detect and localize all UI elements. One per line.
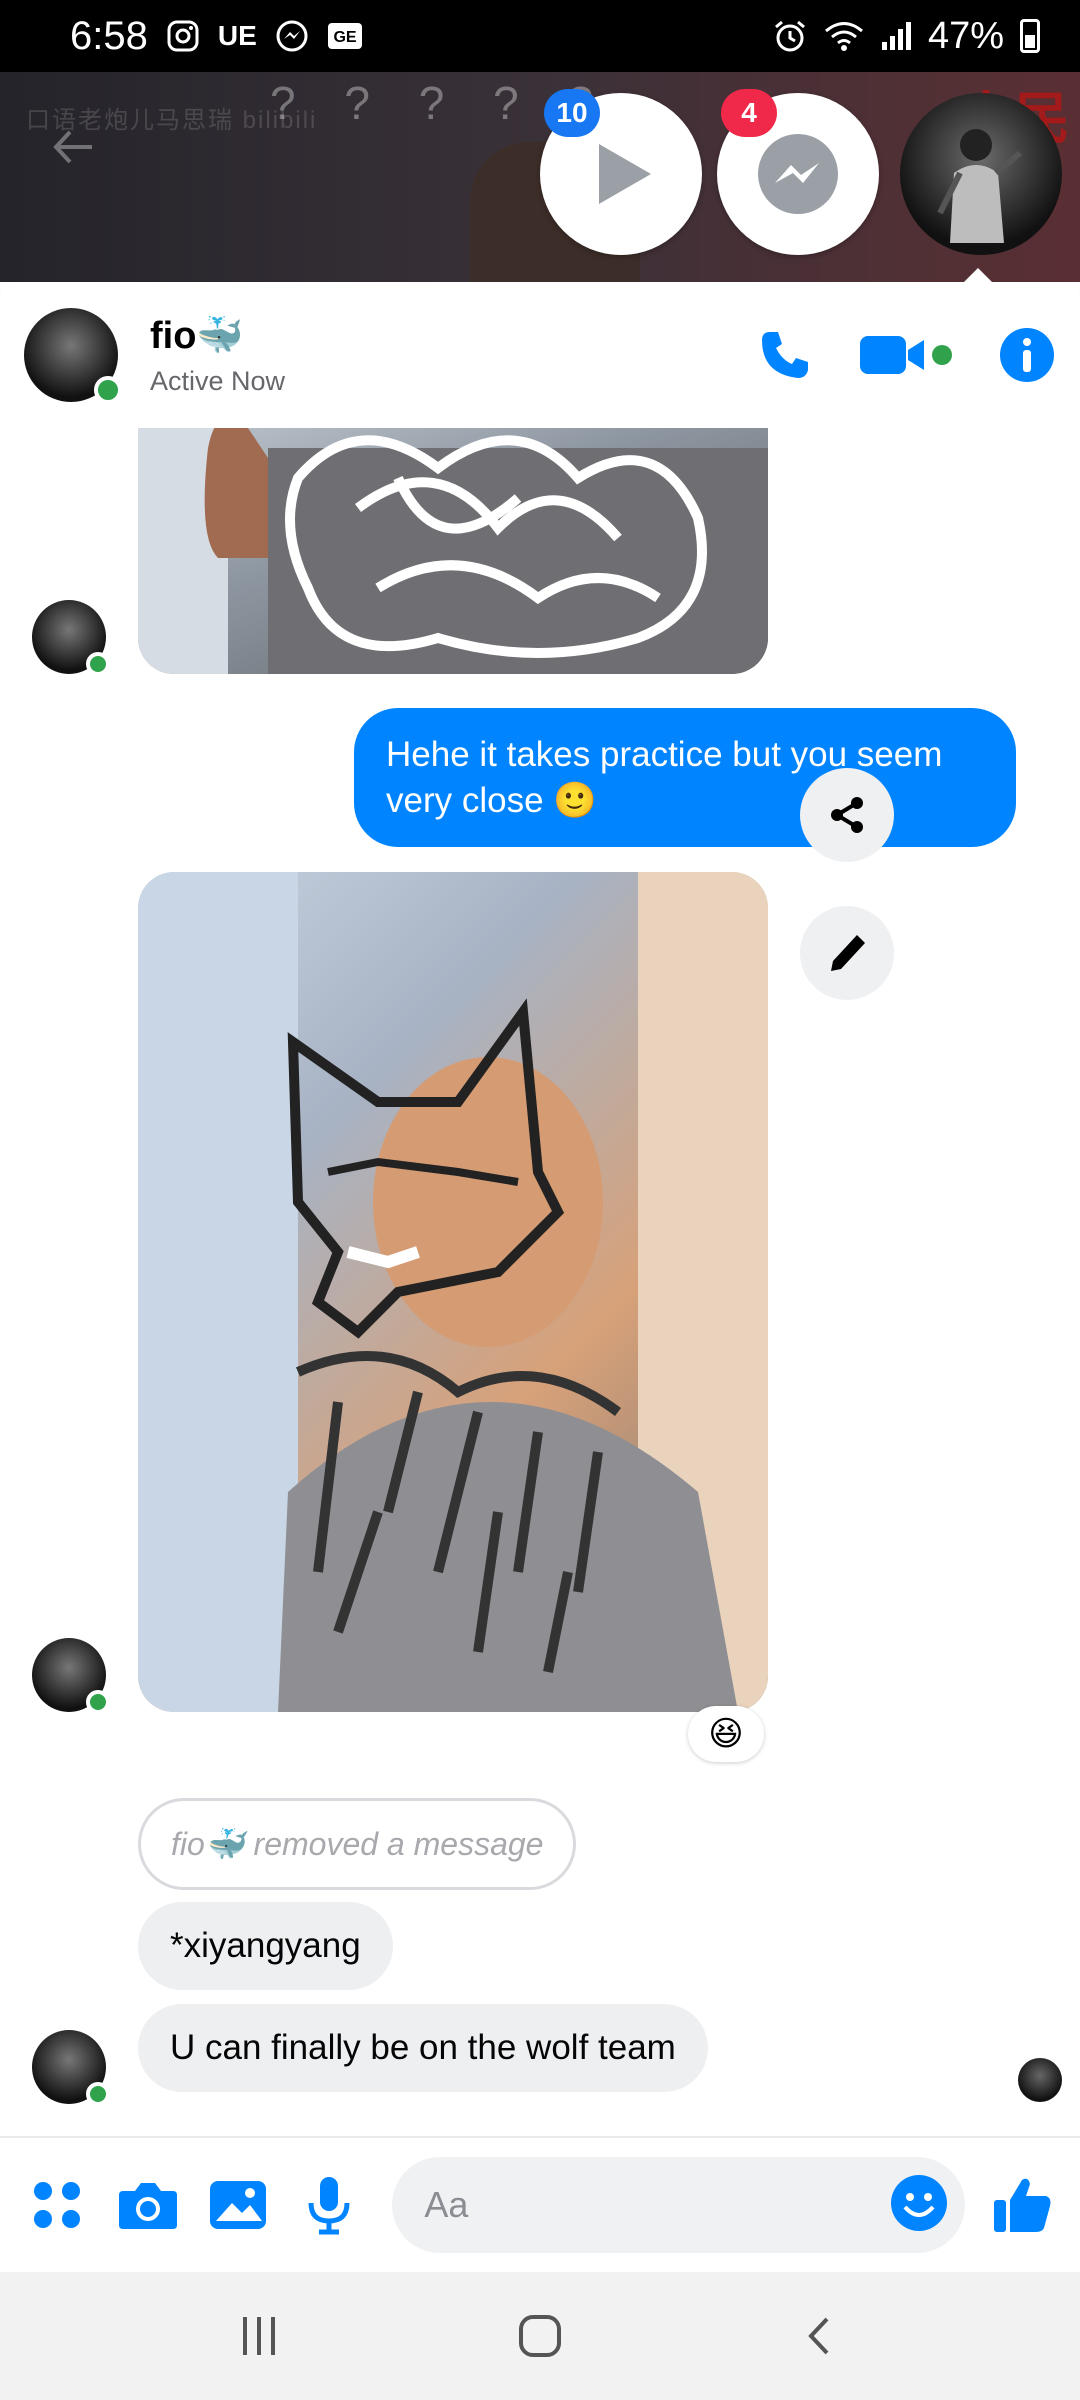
message-input[interactable] — [424, 2184, 890, 2226]
play-icon — [599, 144, 651, 204]
alarm-icon — [772, 18, 808, 54]
message-input-wrapper — [392, 2157, 966, 2253]
video-camera-icon — [860, 336, 952, 374]
status-bar: 6:58 UE GE 47% — [0, 0, 1080, 72]
battery-percent: 47% — [927, 14, 1004, 57]
messenger-icon — [275, 19, 309, 53]
avatar[interactable] — [32, 600, 110, 676]
conversation-thread: Hehe it takes practice but you seem very… — [0, 428, 1080, 2136]
image-icon — [210, 2181, 267, 2229]
back-button[interactable] — [775, 2291, 865, 2381]
microphone-icon — [308, 2177, 350, 2235]
message-composer — [0, 2136, 1080, 2272]
chat-head-badge-video: 10 — [544, 89, 600, 137]
recent-apps-button[interactable] — [215, 2291, 305, 2381]
avatar[interactable] — [24, 308, 122, 404]
online-indicator — [94, 376, 122, 404]
instagram-icon — [166, 19, 200, 53]
like-button[interactable] — [991, 2167, 1054, 2243]
signal-icon — [880, 20, 912, 52]
pencil-icon — [831, 935, 865, 971]
chat-head-messenger[interactable]: 4 — [717, 89, 879, 255]
sent-message[interactable]: Hehe it takes practice but you seem very… — [354, 708, 1016, 847]
voice-message-button[interactable] — [298, 2167, 361, 2243]
share-button[interactable] — [800, 768, 894, 862]
back-icon — [808, 2317, 829, 2355]
phone-icon — [762, 332, 808, 378]
info-button[interactable] — [998, 326, 1056, 384]
contact-name: fio🐳 — [150, 314, 244, 357]
home-button[interactable] — [495, 2291, 585, 2381]
wolf-drawing-photo-image — [138, 872, 768, 1712]
wifi-icon — [824, 20, 864, 52]
system-navigation-bar — [0, 2272, 1080, 2400]
edit-photo-button[interactable] — [800, 906, 894, 1000]
camera-button[interactable] — [117, 2167, 180, 2243]
emoji-icon — [891, 2174, 948, 2231]
messenger-logo-icon — [758, 134, 838, 214]
video-call-button[interactable] — [858, 330, 954, 380]
chat-head-badge-messenger: 4 — [721, 89, 777, 137]
back-arrow-icon[interactable] — [48, 122, 98, 172]
photo-message[interactable] — [138, 872, 768, 1712]
home-icon — [519, 2315, 561, 2357]
online-indicator — [86, 652, 110, 676]
chat-head-video[interactable]: 10 — [540, 89, 702, 255]
online-indicator — [86, 2082, 110, 2106]
seen-indicator — [1018, 2058, 1062, 2102]
online-indicator — [86, 1690, 110, 1714]
emoji-button[interactable] — [889, 2173, 949, 2238]
avatar[interactable] — [32, 2030, 110, 2106]
gallery-button[interactable] — [207, 2167, 270, 2243]
status-time: 6:58 — [70, 13, 148, 58]
ue-icon: UE — [217, 20, 257, 51]
photo-message[interactable] — [138, 428, 768, 674]
contact-photo-image — [937, 129, 1022, 243]
camera-icon — [118, 2183, 177, 2229]
svg-text:GE: GE — [333, 29, 356, 46]
avatar[interactable] — [32, 1638, 110, 1714]
info-icon — [1000, 328, 1054, 382]
contact-status: Active Now — [150, 365, 286, 396]
voice-call-button[interactable] — [756, 326, 814, 384]
apps-grid-icon — [34, 2182, 81, 2228]
share-icon — [831, 797, 863, 833]
drawn-photo-image — [138, 428, 768, 674]
recent-apps-icon — [243, 2317, 275, 2355]
contact-info[interactable]: fio🐳 Active Now — [150, 314, 285, 397]
thumbs-up-icon — [993, 2178, 1051, 2232]
reaction-badge[interactable]: 😆 — [688, 1706, 764, 1762]
chat-head-contact[interactable] — [900, 93, 1062, 255]
conversation-header: fio🐳 Active Now — [0, 282, 1080, 428]
battery-icon — [1020, 19, 1040, 53]
ge-icon: GE — [327, 22, 363, 50]
received-message[interactable]: *xiyangyang — [138, 1902, 393, 1990]
removed-message-notice: fio🐳 removed a message — [138, 1798, 577, 1890]
received-message[interactable]: U can finally be on the wolf team — [138, 2004, 708, 2092]
more-actions-button[interactable] — [26, 2167, 89, 2243]
